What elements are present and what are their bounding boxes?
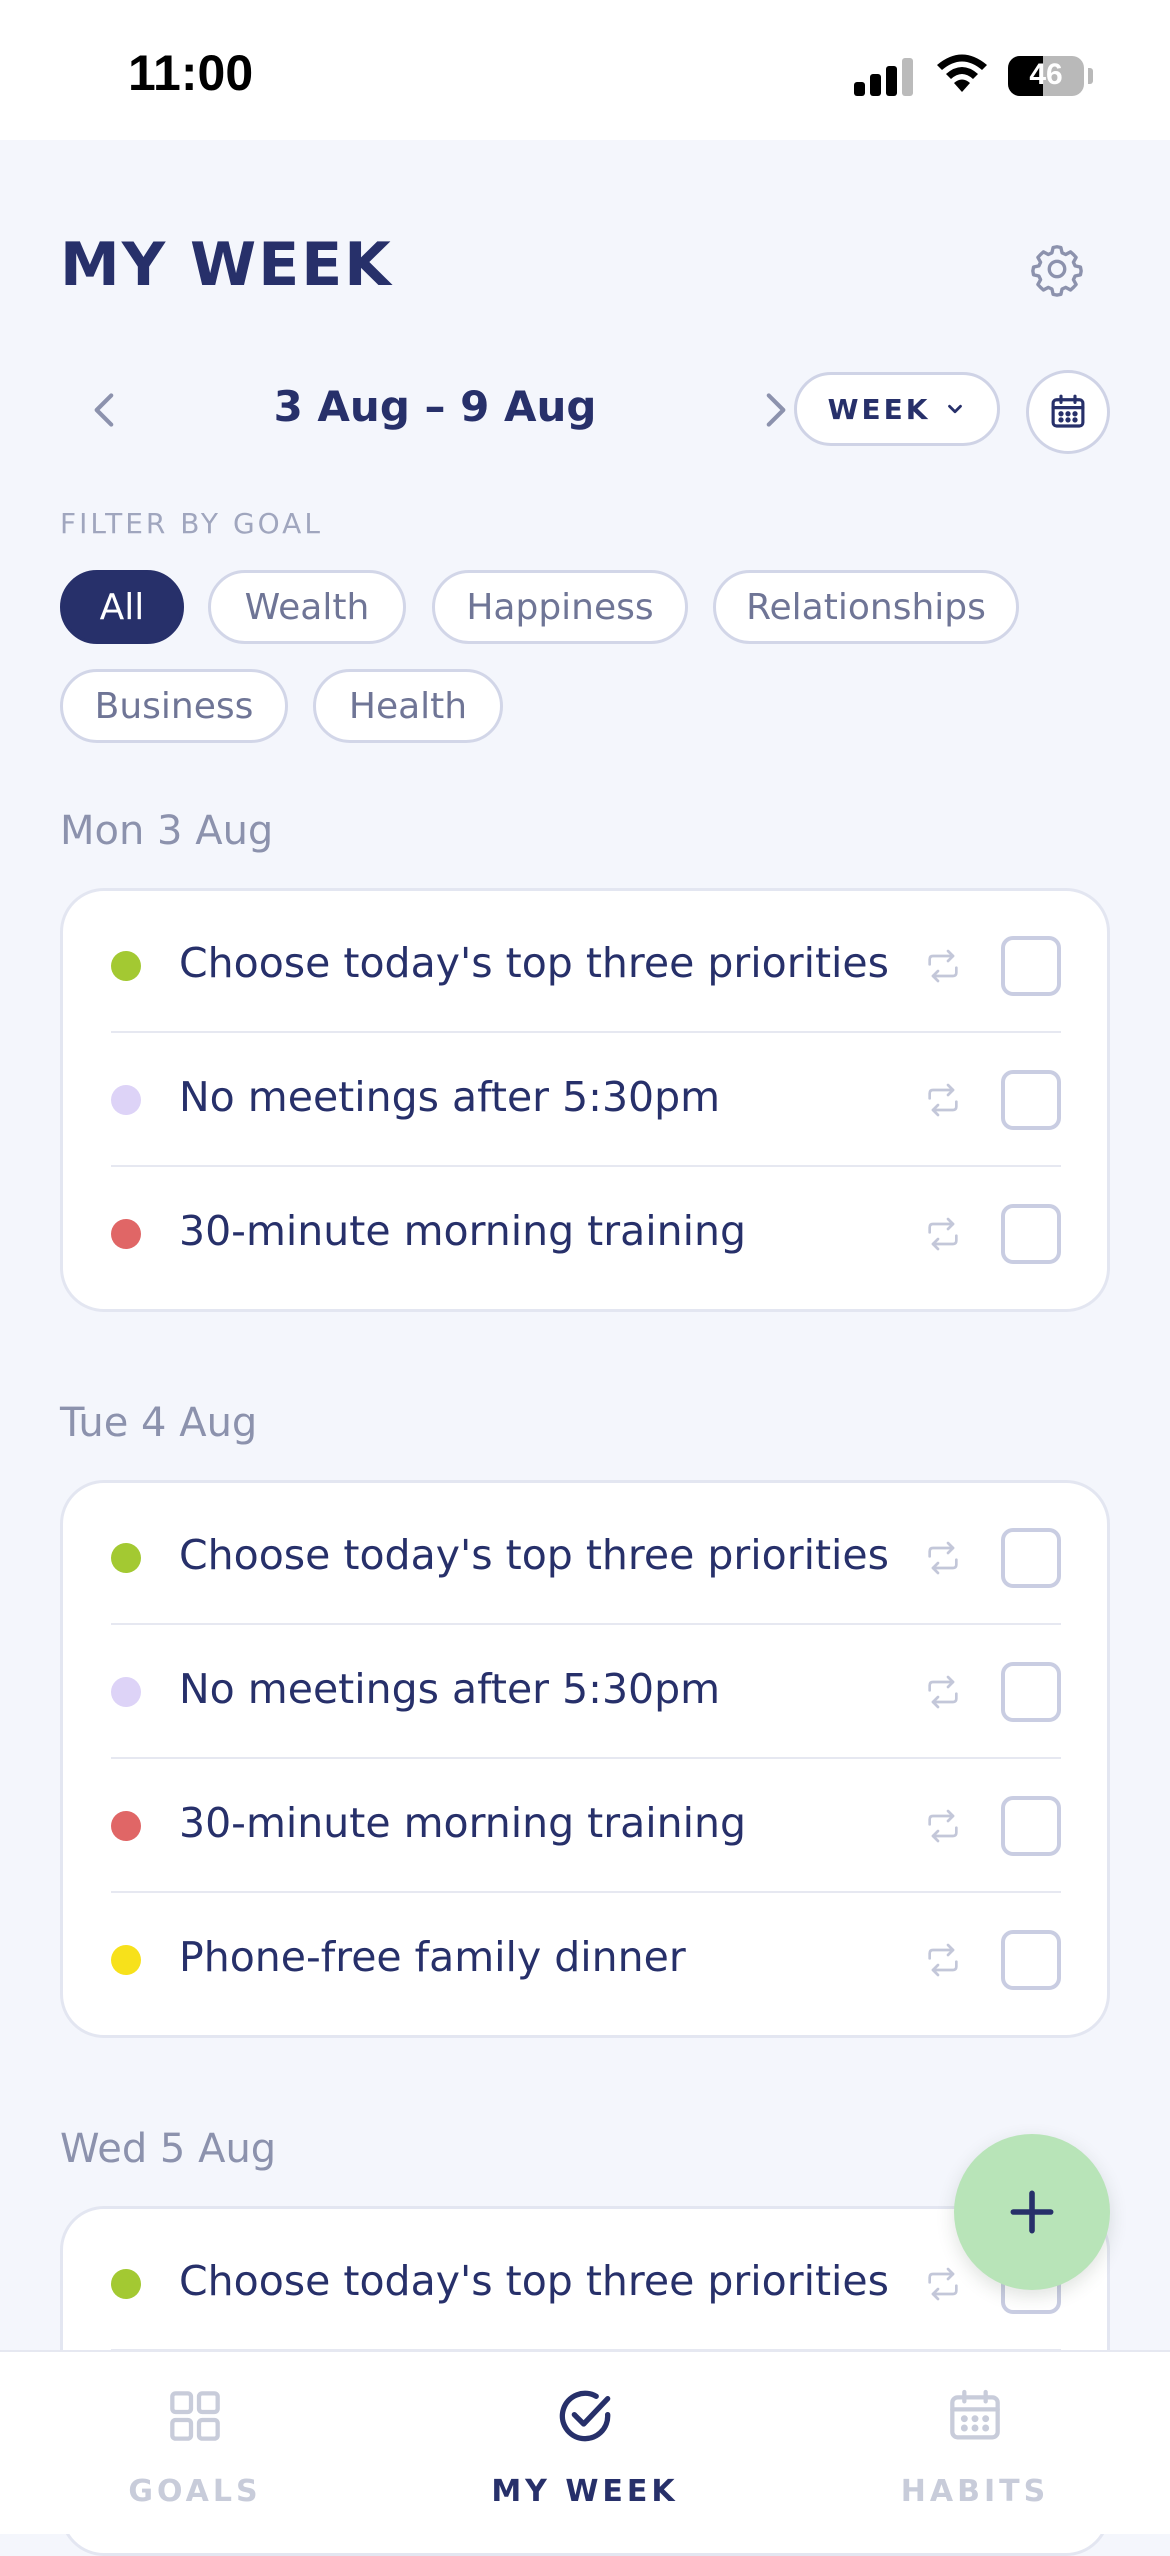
chevron-right-icon[interactable] (750, 385, 800, 435)
battery-tip (1088, 68, 1093, 84)
view-select[interactable]: WEEK (794, 372, 1000, 446)
goal-color-dot (111, 1677, 141, 1707)
grid-icon (170, 2391, 220, 2441)
day-label: Wed 5 Aug (60, 2126, 277, 2172)
task-text: 30-minute morning training (179, 1799, 747, 1847)
goal-color-dot (111, 1811, 141, 1841)
task-text: No meetings after 5:30pm (179, 1665, 721, 1713)
view-select-label: WEEK (827, 392, 931, 426)
task-row[interactable]: 30-minute morning training (111, 1759, 1061, 1893)
tab-my-week-label: MY WEEK (491, 2474, 679, 2509)
tab-goals[interactable]: GOALS (0, 2352, 390, 2534)
add-task-button[interactable] (954, 2134, 1110, 2290)
week-navigation: 3 Aug – 9 Aug WEEK (60, 370, 1110, 454)
repeat-icon (923, 1538, 963, 1578)
task-checkbox[interactable] (1001, 1204, 1061, 1264)
calendar-icon (950, 2389, 1000, 2440)
page-title: MY WEEK (60, 230, 393, 300)
tab-goals-label: GOALS (128, 2474, 262, 2509)
goal-color-dot (111, 1085, 141, 1115)
tab-habits[interactable]: HABITS (780, 2352, 1170, 2534)
goal-color-dot (111, 951, 141, 981)
chip-all[interactable]: All (60, 570, 184, 644)
chip-happiness[interactable]: Happiness (432, 570, 688, 644)
task-checkbox[interactable] (1001, 1930, 1061, 1990)
goal-color-dot (111, 1945, 141, 1975)
date-range: 3 Aug – 9 Aug (273, 382, 597, 431)
task-text: 30-minute morning training (179, 1207, 747, 1255)
task-checkbox[interactable] (1001, 1662, 1061, 1722)
chip-business[interactable]: Business (60, 669, 288, 743)
task-row[interactable]: No meetings after 5:30pm (111, 1033, 1061, 1167)
cellular-signal-icon (854, 56, 916, 96)
repeat-icon (923, 1806, 963, 1846)
task-text: No meetings after 5:30pm (179, 1073, 721, 1121)
calendar-button[interactable] (1026, 370, 1110, 454)
task-text: Choose today's top three priorities (179, 939, 890, 987)
battery-level: 46 (1029, 58, 1063, 91)
status-time: 11:00 (128, 45, 254, 101)
day-task-card: Choose today's top three priorities No me… (60, 1480, 1110, 2038)
plus-icon (1010, 2190, 1054, 2234)
task-row[interactable]: Choose today's top three priorities (111, 2217, 1061, 2351)
goal-color-dot (111, 1219, 141, 1249)
calendar-icon (1051, 394, 1085, 428)
day-label: Mon 3 Aug (60, 808, 274, 854)
goal-color-dot (111, 1543, 141, 1573)
task-checkbox[interactable] (1001, 1070, 1061, 1130)
repeat-icon (923, 2264, 963, 2304)
task-checkbox[interactable] (1001, 936, 1061, 996)
battery-icon: 46 (1008, 56, 1084, 96)
chevron-left-icon[interactable] (80, 385, 130, 435)
status-bar: 11:00 46 (0, 0, 1170, 140)
task-text: Phone-free family dinner (179, 1933, 686, 1981)
task-checkbox[interactable] (1001, 1528, 1061, 1588)
repeat-icon (923, 1214, 963, 1254)
tab-bar: GOALS MY WEEK HABITS (0, 2350, 1170, 2534)
task-text: Choose today's top three priorities (179, 2257, 890, 2305)
filter-label: FILTER BY GOAL (60, 507, 323, 540)
chip-relationships[interactable]: Relationships (713, 570, 1019, 644)
tab-my-week[interactable]: MY WEEK (390, 2352, 780, 2534)
task-checkbox[interactable] (1001, 1796, 1061, 1856)
task-row[interactable]: Choose today's top three priorities (111, 899, 1061, 1033)
day-label: Tue 4 Aug (60, 1400, 258, 1446)
task-row[interactable]: 30-minute morning training (111, 1167, 1061, 1301)
task-row[interactable]: Choose today's top three priorities (111, 1491, 1061, 1625)
repeat-icon (923, 1672, 963, 1712)
repeat-icon (923, 1080, 963, 1120)
chip-health[interactable]: Health (313, 669, 503, 743)
gear-icon[interactable] (1028, 240, 1086, 298)
wifi-icon (937, 54, 987, 92)
task-row[interactable]: No meetings after 5:30pm (111, 1625, 1061, 1759)
task-row[interactable]: Phone-free family dinner (111, 1893, 1061, 2027)
task-text: Choose today's top three priorities (179, 1531, 890, 1579)
repeat-icon (923, 1940, 963, 1980)
chip-wealth[interactable]: Wealth (208, 570, 406, 644)
goal-color-dot (111, 2269, 141, 2299)
day-task-card: Choose today's top three priorities No me… (60, 888, 1110, 1312)
check-circle-icon (559, 2390, 611, 2442)
chevron-down-icon (948, 404, 963, 414)
tab-habits-label: HABITS (900, 2474, 1050, 2509)
repeat-icon (923, 946, 963, 986)
